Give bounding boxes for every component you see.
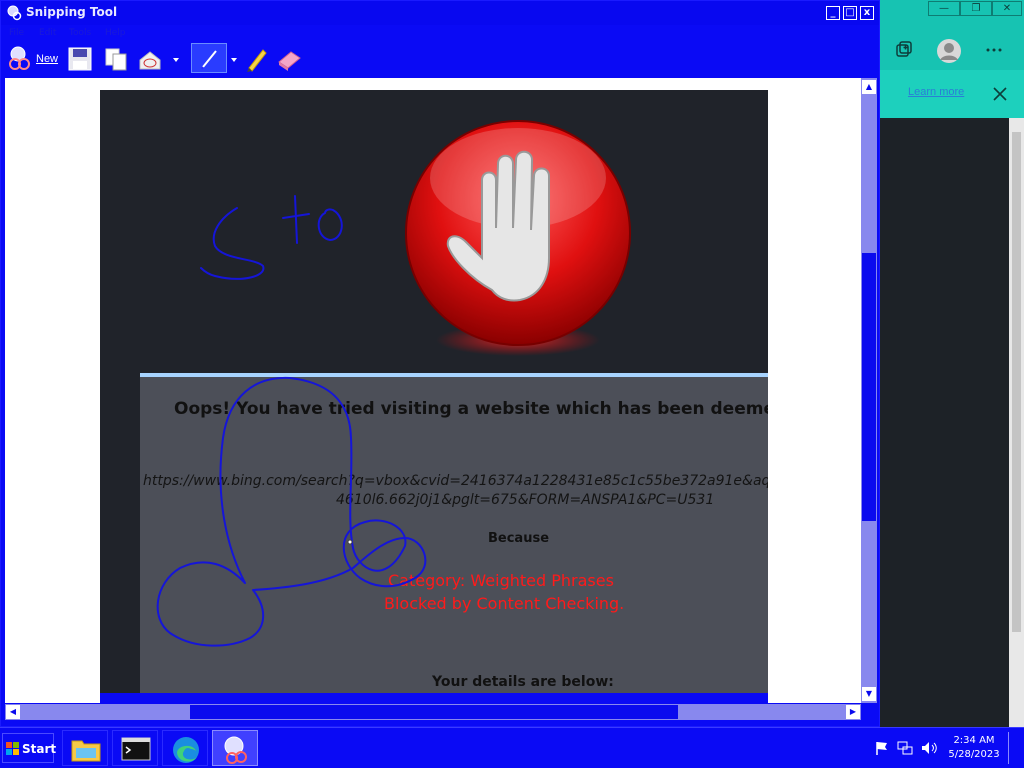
edge-notification-bar: Learn more xyxy=(880,70,1024,118)
network-icon[interactable] xyxy=(896,740,914,756)
edge-restore-button[interactable]: ❐ xyxy=(960,1,992,16)
minimize-button[interactable]: _ xyxy=(826,6,840,20)
taskbar-snipping-tool[interactable] xyxy=(212,730,258,766)
taskbar-command-prompt[interactable] xyxy=(112,730,158,766)
scroll-left-icon[interactable]: ◀ xyxy=(6,705,20,719)
stop-hand-icon xyxy=(405,120,631,356)
edge-browser-icon xyxy=(173,737,199,763)
edge-scrollbar[interactable] xyxy=(1009,118,1024,727)
snip-canvas[interactable]: Oops! You have tried visiting a website … xyxy=(5,78,861,703)
horizontal-scrollbar[interactable]: ◀ ▶ xyxy=(5,704,861,720)
edge-close-button[interactable]: ✕ xyxy=(992,1,1022,16)
edge-header: — ❐ ✕ Learn more xyxy=(880,0,1024,118)
window-title: Snipping Tool xyxy=(26,5,118,19)
blocked-url: https://www.bing.com/search?q=vbox&cvid=… xyxy=(143,473,768,489)
maximize-button[interactable]: □ xyxy=(843,6,857,20)
captured-snip: Oops! You have tried visiting a website … xyxy=(100,90,768,703)
highlighter-icon[interactable] xyxy=(243,44,269,74)
scroll-down-icon[interactable]: ▼ xyxy=(862,687,876,701)
learn-more-link[interactable]: Learn more xyxy=(908,86,964,98)
vertical-scroll-thumb[interactable] xyxy=(862,253,876,521)
horizontal-scroll-thumb[interactable] xyxy=(190,705,678,719)
eraser-icon[interactable] xyxy=(275,44,303,74)
menu-file[interactable]: File xyxy=(9,28,24,38)
block-reason: Blocked by Content Checking. xyxy=(384,594,625,613)
snipping-tool-icon xyxy=(224,736,247,764)
show-desktop-button[interactable] xyxy=(1008,732,1022,764)
details-label: Your details are below: xyxy=(432,674,614,690)
menu-bar: File Edit Tools Help xyxy=(1,25,879,41)
snipping-tool-icon xyxy=(7,5,22,21)
clock-date: 5/28/2023 xyxy=(948,749,1000,760)
taskbar: Start 2:34 AM 5/28/2023 xyxy=(0,727,1024,768)
send-dropdown-icon[interactable] xyxy=(169,44,183,74)
pen-tool-button[interactable] xyxy=(191,43,227,73)
block-heading: Oops! You have tried visiting a website … xyxy=(174,399,768,419)
block-message-panel: Oops! You have tried visiting a website … xyxy=(140,373,768,703)
copy-icon[interactable] xyxy=(103,44,129,74)
scroll-right-icon[interactable]: ▶ xyxy=(846,705,860,719)
new-snip-icon[interactable] xyxy=(7,44,35,74)
vertical-scrollbar[interactable]: ▲ ▼ xyxy=(861,78,877,703)
more-options-icon[interactable] xyxy=(984,42,1004,58)
blocked-url-continued: 4610l6.662j0j1&pglt=675&FORM=ANSPA1&PC=U… xyxy=(336,492,715,508)
edge-minimize-button[interactable]: — xyxy=(928,1,960,16)
close-notification-icon[interactable] xyxy=(992,86,1008,102)
title-bar[interactable]: Snipping Tool _ □ x xyxy=(1,1,879,25)
folder-icon xyxy=(71,740,101,762)
taskbar-file-explorer[interactable] xyxy=(62,730,108,766)
taskbar-edge[interactable] xyxy=(162,730,208,766)
save-icon[interactable] xyxy=(67,44,93,74)
pen-dropdown-icon[interactable] xyxy=(228,44,240,74)
menu-help[interactable]: Help xyxy=(105,28,126,38)
start-button[interactable]: Start xyxy=(2,733,57,763)
menu-edit[interactable]: Edit xyxy=(39,28,56,38)
close-button[interactable]: x xyxy=(860,6,874,20)
start-label: Start xyxy=(22,742,57,756)
tab-actions-icon[interactable] xyxy=(894,40,914,60)
edge-scroll-thumb[interactable] xyxy=(1012,132,1021,632)
scroll-up-icon[interactable]: ▲ xyxy=(862,80,876,94)
pen-icon xyxy=(201,50,217,70)
toolbar: New xyxy=(1,41,879,77)
because-label: Because xyxy=(488,531,550,546)
system-clock[interactable]: 2:34 AM 5/28/2023 xyxy=(944,734,1004,762)
terminal-icon xyxy=(121,737,151,761)
profile-avatar-icon[interactable] xyxy=(936,38,962,64)
block-category: Category: Weighted Phrases xyxy=(388,571,614,590)
volume-icon[interactable] xyxy=(920,740,938,756)
captured-taskbar xyxy=(100,693,768,703)
snipping-tool-window: Snipping Tool _ □ x File Edit Tools Help… xyxy=(0,0,880,727)
send-snip-icon[interactable] xyxy=(137,44,163,74)
clock-time: 2:34 AM xyxy=(953,735,995,746)
windows-logo-icon xyxy=(6,742,19,755)
new-snip-button[interactable]: New xyxy=(36,53,58,65)
action-center-flag-icon[interactable] xyxy=(874,740,890,756)
edge-window: — ❐ ✕ Learn more xyxy=(880,0,1024,727)
menu-tools[interactable]: Tools xyxy=(69,28,91,38)
